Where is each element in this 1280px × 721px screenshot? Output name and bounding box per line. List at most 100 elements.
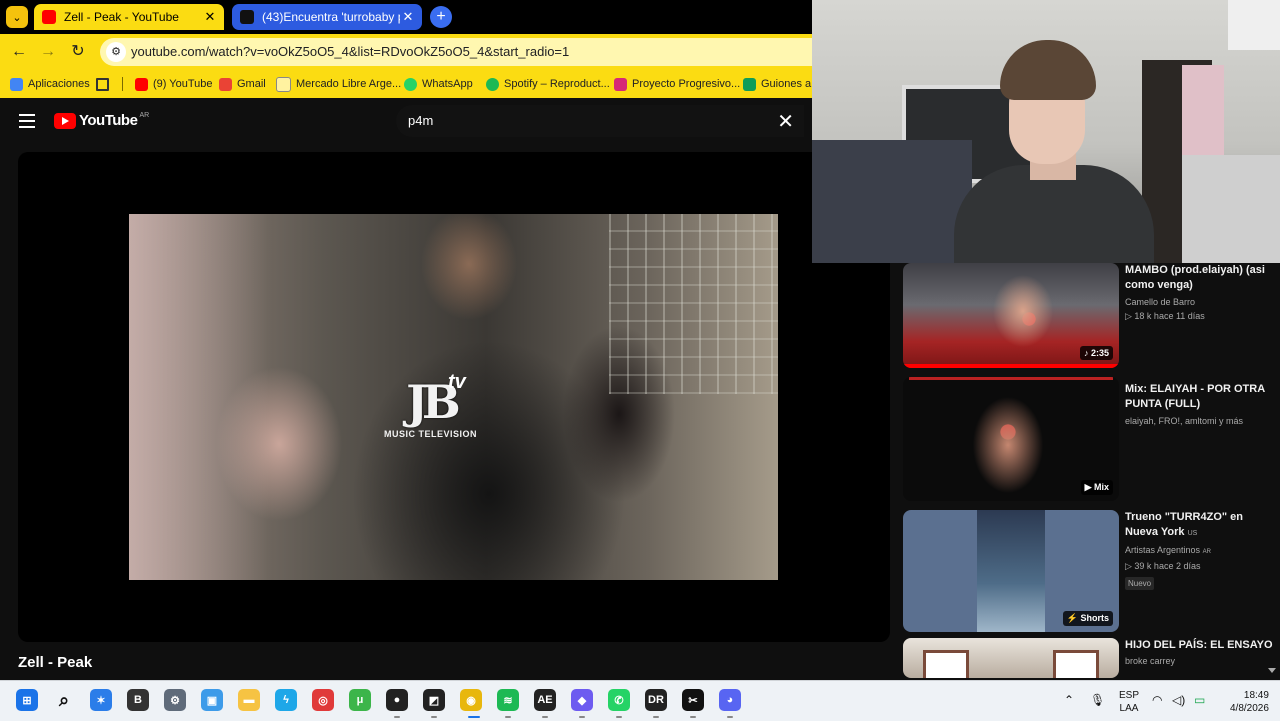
- channel-name-text: Artistas Argentinos: [1125, 545, 1201, 555]
- search-icon[interactable]: ⌕: [53, 689, 75, 711]
- tab-youtube[interactable]: Zell - Peak - YouTube ✕: [34, 4, 224, 30]
- tab-close-icon[interactable]: ✕: [400, 9, 416, 25]
- recommendation-item[interactable]: HIJO DEL PAÍS: EL ENSAYO broke carrey: [903, 638, 1280, 680]
- photos-icon[interactable]: ▣: [201, 689, 223, 711]
- youtube-icon: [135, 77, 148, 91]
- bookmark-label: Mercado Libre Arge...: [296, 78, 402, 90]
- diamond-app-icon[interactable]: ◆: [571, 689, 593, 711]
- bookmark-whatsapp[interactable]: WhatsApp: [404, 76, 473, 92]
- bookmark-guiones[interactable]: Guiones a fi: [743, 76, 820, 92]
- site-info-icon[interactable]: ⚙: [106, 42, 126, 62]
- channel-name[interactable]: Camello de Barro: [1125, 295, 1275, 309]
- spotify-icon[interactable]: ≋: [497, 689, 519, 711]
- whatsapp-icon: [404, 77, 417, 91]
- bookmark-proyecto[interactable]: Proyecto Progresivo...: [614, 76, 740, 92]
- webcam-overlay: [812, 0, 1280, 263]
- capcut-icon[interactable]: ✂: [682, 689, 704, 711]
- recommendation-title[interactable]: Mix: ELAIYAH - POR OTRA PUNTA (FULL): [1125, 382, 1275, 412]
- dr-icon[interactable]: DR: [645, 689, 667, 711]
- start-icon[interactable]: ⊞: [16, 689, 38, 711]
- running-indicator: [727, 716, 733, 718]
- youtube-logo[interactable]: YouTube AR: [54, 112, 149, 129]
- chrome-icon[interactable]: ◉: [460, 689, 482, 711]
- copilot-icon[interactable]: ✶: [90, 689, 112, 711]
- show-hidden-icons-chevron-icon[interactable]: ⌃: [1064, 693, 1074, 707]
- search-input[interactable]: p4m ✕: [396, 105, 804, 137]
- channel-name[interactable]: elaiyah, FRO!, amltomi y más: [1125, 414, 1275, 428]
- menu-icon[interactable]: [19, 114, 35, 128]
- bold-app-icon[interactable]: B: [127, 689, 149, 711]
- video-thumbnail[interactable]: ▶ Mix: [903, 377, 1119, 501]
- url-text[interactable]: youtube.com/watch?v=voOkZ5oO5_4&list=RDv…: [131, 44, 569, 59]
- bookmark-separator: [122, 77, 123, 91]
- video-thumbnail[interactable]: ♪ 2:35: [903, 263, 1119, 368]
- recommendation-title[interactable]: MAMBO (prod.elaiyah) (asi como venga): [1125, 263, 1275, 293]
- bookmark-gmail[interactable]: Gmail: [219, 76, 266, 92]
- bookmark-label: Gmail: [237, 78, 266, 90]
- bolt-app-icon[interactable]: ϟ: [275, 689, 297, 711]
- recommendation-title-text: Trueno "TURR4ZO" en Nueva York: [1125, 511, 1243, 538]
- system-clock[interactable]: 18:49 4/8/2026: [1230, 689, 1269, 715]
- video-stats: ▷ 18 k hace 11 días: [1125, 311, 1205, 321]
- youtube-favicon-icon: [42, 10, 56, 24]
- webcam-poster: [1228, 0, 1280, 50]
- battery-icon[interactable]: ▭: [1194, 693, 1205, 707]
- new-badge: Nuevo: [1125, 577, 1155, 590]
- tab-title: (43)Encuentra 'turrobaby perra: [262, 10, 400, 24]
- clock-date: 4/8/2026: [1230, 703, 1269, 714]
- search-query[interactable]: p4m: [408, 113, 433, 128]
- bookmark-label: WhatsApp: [422, 78, 473, 90]
- recommendation-title[interactable]: Trueno "TURR4ZO" en Nueva York US: [1125, 510, 1275, 541]
- youtube-header: YouTube AR p4m ✕: [0, 98, 812, 144]
- duration-badge: ♪ 2:35: [1079, 346, 1113, 360]
- recommendation-title[interactable]: HIJO DEL PAÍS: EL ENSAYO: [1125, 638, 1275, 653]
- video-thumbnail[interactable]: ⚡ Shorts: [903, 510, 1119, 632]
- running-indicator: [690, 716, 696, 718]
- watermark-subtitle: MUSIC TELEVISION: [384, 429, 478, 439]
- bookmark-grid[interactable]: [96, 76, 114, 92]
- scroll-down-arrow-icon[interactable]: [1268, 668, 1276, 673]
- running-indicator: [579, 716, 585, 718]
- discord-icon[interactable]: ◕: [719, 689, 741, 711]
- bookmark-label: Proyecto Progresivo...: [632, 78, 741, 90]
- mercadolibre-icon: [276, 76, 291, 92]
- utorrent-icon[interactable]: μ: [349, 689, 371, 711]
- channel-name[interactable]: Artistas Argentinos AR: [1125, 543, 1275, 559]
- bookmarks-bar: Aplicaciones (9) YouTube Gmail Mercado L…: [0, 70, 820, 98]
- tab-search-chevron-icon[interactable]: ⌄: [6, 6, 28, 28]
- video-frame[interactable]: JB tv MUSIC TELEVISION: [129, 214, 778, 580]
- keyboard-language[interactable]: ESP LAA: [1119, 689, 1139, 715]
- whatsapp-icon[interactable]: ✆: [608, 689, 630, 711]
- settings-icon[interactable]: ⚙: [164, 689, 186, 711]
- bookmark-youtube[interactable]: (9) YouTube: [135, 76, 213, 92]
- volume-icon[interactable]: ◁): [1172, 693, 1185, 707]
- video-thumbnail[interactable]: [903, 638, 1119, 678]
- adobe-icon[interactable]: ◎: [312, 689, 334, 711]
- bookmark-mercadolibre[interactable]: Mercado Libre Arge...: [276, 76, 401, 92]
- grid-icon: [96, 77, 109, 91]
- channel-watermark-logo: JB tv MUSIC TELEVISION: [384, 371, 478, 439]
- capcut-alt-icon[interactable]: ◩: [423, 689, 445, 711]
- tab-close-icon[interactable]: ✕: [202, 9, 218, 25]
- ae-icon[interactable]: AE: [534, 689, 556, 711]
- tab-tiktok[interactable]: (43)Encuentra 'turrobaby perra ✕: [232, 4, 422, 30]
- wifi-icon[interactable]: ◠: [1152, 693, 1162, 707]
- youtube-wordmark: YouTube: [79, 112, 138, 129]
- channel-flag: AR: [1202, 549, 1211, 555]
- bookmark-label: Guiones a fi: [761, 78, 820, 90]
- bookmark-aplicaciones[interactable]: Aplicaciones: [10, 76, 90, 92]
- obs-icon[interactable]: ●: [386, 689, 408, 711]
- running-indicator: [616, 716, 622, 718]
- file-explorer-icon[interactable]: ▬: [238, 689, 260, 711]
- shorts-badge: ⚡ Shorts: [1062, 611, 1113, 626]
- reload-icon[interactable]: ↻: [68, 42, 88, 62]
- clear-search-icon[interactable]: ✕: [777, 109, 794, 134]
- forward-arrow-icon[interactable]: →: [38, 42, 58, 62]
- channel-name[interactable]: broke carrey: [1125, 654, 1275, 668]
- bookmark-spotify[interactable]: Spotify – Reproduct...: [486, 76, 610, 92]
- back-arrow-icon[interactable]: ←: [9, 42, 29, 62]
- webcam-bed: [812, 140, 972, 263]
- address-bar[interactable]: ⚙ youtube.com/watch?v=voOkZ5oO5_4&list=R…: [100, 38, 812, 66]
- new-tab-button[interactable]: +: [430, 6, 452, 28]
- microphone-icon[interactable]: 🎙: [1090, 693, 1105, 707]
